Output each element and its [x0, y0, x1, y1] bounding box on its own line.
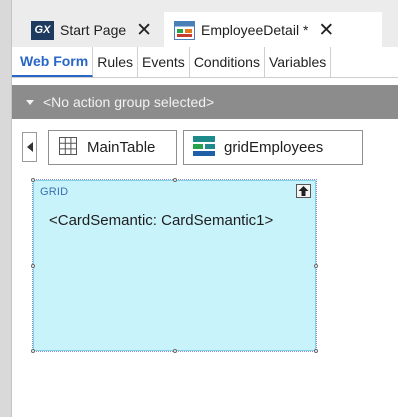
- chevron-left-icon: [26, 142, 33, 152]
- close-icon[interactable]: ✕: [136, 21, 152, 40]
- resize-handle-bottom-right[interactable]: [314, 349, 318, 353]
- grid-control[interactable]: GRID <CardSemantic: CardSemantic1>: [31, 178, 318, 353]
- select-parent-button[interactable]: [296, 184, 311, 198]
- grid-card-semantic-text: <CardSemantic: CardSemantic1>: [49, 212, 274, 229]
- close-icon[interactable]: ✕: [318, 21, 334, 40]
- resize-handle-top-left[interactable]: [31, 178, 35, 182]
- breadcrumb: MainTable gridEmployees: [12, 124, 398, 170]
- breadcrumb-item-gridemployees[interactable]: gridEmployees: [183, 130, 363, 165]
- breadcrumb-item-label: MainTable: [87, 139, 156, 156]
- tab-start-page[interactable]: GX Start Page ✕: [23, 12, 161, 48]
- gx-logo-icon: GX: [31, 20, 54, 40]
- resize-handle-top[interactable]: [173, 178, 177, 182]
- tab-start-page-label: Start Page: [60, 22, 127, 38]
- document-tab-bar: GX Start Page ✕ EmployeeDetail * ✕: [12, 0, 398, 48]
- left-margin-strip: [0, 0, 12, 417]
- action-group-selector[interactable]: <No action group selected>: [12, 85, 398, 119]
- tab-employee-detail[interactable]: EmployeeDetail * ✕: [164, 12, 382, 48]
- resize-handle-bottom[interactable]: [173, 349, 177, 353]
- grid-icon: [193, 135, 215, 160]
- action-group-text: <No action group selected>: [43, 94, 215, 110]
- chevron-down-icon: [26, 99, 34, 105]
- arrow-up-icon: [298, 186, 309, 196]
- breadcrumb-item-label: gridEmployees: [224, 139, 324, 156]
- table-icon: [58, 136, 78, 160]
- tab-variables[interactable]: Variables: [265, 47, 332, 77]
- tab-web-form[interactable]: Web Form: [12, 47, 94, 77]
- tab-conditions[interactable]: Conditions: [190, 47, 265, 77]
- tab-employee-detail-label: EmployeeDetail *: [201, 22, 309, 38]
- object-part-tabs: Web Form Rules Events Conditions Variabl…: [12, 47, 398, 78]
- resize-handle-left[interactable]: [31, 264, 35, 268]
- breadcrumb-back-button[interactable]: [22, 132, 37, 162]
- breadcrumb-item-maintable[interactable]: MainTable: [48, 130, 177, 165]
- tab-events[interactable]: Events: [138, 47, 190, 77]
- grid-type-label: GRID: [40, 186, 69, 198]
- tab-rules[interactable]: Rules: [93, 47, 138, 77]
- employee-detail-icon: [174, 20, 195, 40]
- resize-handle-right[interactable]: [314, 264, 318, 268]
- resize-handle-bottom-left[interactable]: [31, 349, 35, 353]
